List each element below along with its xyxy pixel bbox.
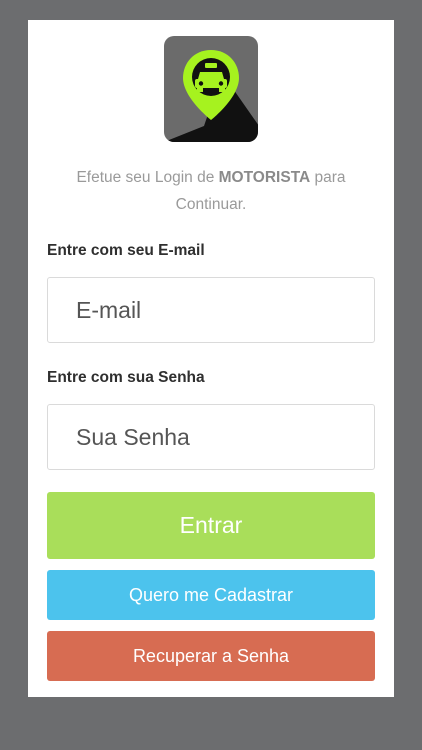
password-label: Entre com sua Senha	[47, 369, 205, 386]
enter-button[interactable]: Entrar	[47, 492, 375, 559]
register-button[interactable]: Quero me Cadastrar	[47, 570, 375, 620]
intro-text-before: Efetue seu Login de	[76, 169, 219, 186]
email-field[interactable]	[47, 277, 375, 343]
login-card: Efetue seu Login de MOTORISTA para Conti…	[28, 20, 394, 697]
taxi-pin-icon	[164, 36, 258, 142]
email-label: Entre com seu E-mail	[47, 242, 205, 259]
login-intro-text: Efetue seu Login de MOTORISTA para Conti…	[50, 164, 372, 218]
recover-password-button[interactable]: Recuperar a Senha	[47, 631, 375, 681]
password-field[interactable]	[47, 404, 375, 470]
intro-highlight: MOTORISTA	[218, 169, 311, 186]
